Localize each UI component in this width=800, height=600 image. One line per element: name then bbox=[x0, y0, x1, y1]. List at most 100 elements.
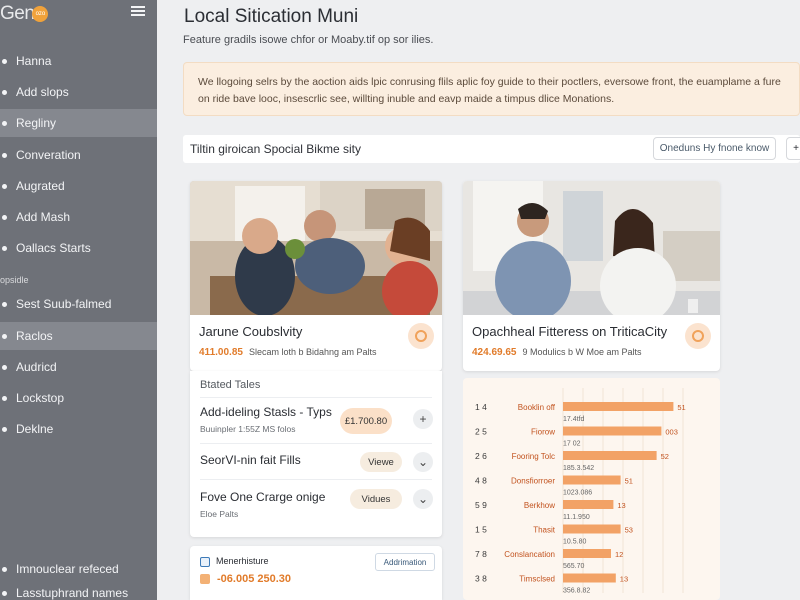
sidebar: Gen ozo Hanna Add slops Regliny Converat… bbox=[0, 0, 157, 600]
sidebar-item-label: Sest Suub-falmed bbox=[16, 297, 112, 311]
chart-sub-label: 10.5.80 bbox=[563, 539, 586, 546]
summary-label: Menerhisture bbox=[216, 556, 269, 566]
view-pill[interactable]: Viewe bbox=[360, 452, 402, 472]
sidebar-item-label: Augrated bbox=[16, 179, 65, 193]
sidebar-item-add-slops[interactable]: Add slops bbox=[0, 78, 157, 106]
favorite-icon[interactable] bbox=[408, 323, 434, 349]
sidebar-item-label: Lasstuphrand names bbox=[16, 586, 129, 600]
chart-value-label: 12 bbox=[615, 550, 623, 559]
bullet-icon bbox=[2, 566, 7, 572]
related-item-sub: Buuinpler 1:55Z MS folos bbox=[200, 424, 296, 434]
sidebar-item-raclos[interactable]: Raclos bbox=[0, 322, 157, 350]
sidebar-item-converation[interactable]: Converation bbox=[0, 141, 157, 169]
notice-banner: We llogoing selrs by the aoction aids lp… bbox=[183, 62, 800, 116]
chevron-down-icon[interactable]: ⌄ bbox=[413, 452, 433, 472]
page-title: Local Sitication Muni bbox=[184, 6, 359, 27]
card-title[interactable]: Opachheal Fitteress on TriticaCity bbox=[472, 324, 667, 339]
listing-card[interactable]: Opachheal Fitteress on TriticaCity 424.6… bbox=[463, 181, 720, 371]
chart-bar bbox=[563, 573, 616, 583]
related-item-sub: Eloe Palts bbox=[200, 509, 239, 519]
chart-bar bbox=[563, 402, 674, 411]
bullet-icon bbox=[2, 301, 7, 307]
sidebar-item-sest[interactable]: Sest Suub-falmed bbox=[0, 290, 157, 318]
chart-category-label: Fooring Tolc bbox=[512, 452, 555, 461]
notice-text: We llogoing selrs by the aoction aids lp… bbox=[198, 76, 781, 105]
favorite-icon[interactable] bbox=[685, 323, 711, 349]
summary-action-button[interactable]: Addrimation bbox=[375, 553, 435, 571]
chart-category-index: 3 8 bbox=[475, 574, 487, 584]
card-title[interactable]: Jarune Coubslvity bbox=[199, 324, 302, 339]
bullet-icon bbox=[2, 395, 7, 401]
add-icon[interactable]: + bbox=[786, 137, 800, 160]
chart-sub-label: 185.3.542 bbox=[563, 465, 594, 472]
card-price: 424.69.65 bbox=[472, 347, 517, 358]
summary-checkbox[interactable] bbox=[200, 557, 210, 567]
stats-chart: 1 4 Booklin off 51 17.4tfd 2 5 Fiorow 003 17 02… bbox=[463, 378, 720, 600]
listing-photo bbox=[190, 181, 442, 315]
chart-category-index: 7 8 bbox=[475, 549, 487, 559]
search-input[interactable]: Tiltin giroican Spocial Bikme sity bbox=[190, 142, 361, 156]
chart-bar bbox=[563, 549, 611, 558]
add-icon[interactable]: + bbox=[413, 409, 433, 429]
sidebar-item-label: Raclos bbox=[16, 329, 53, 343]
chart-sub-label: 11.1.950 bbox=[563, 514, 590, 521]
bullet-icon bbox=[2, 214, 7, 220]
sidebar-item-add-mash[interactable]: Add Mash bbox=[0, 203, 157, 231]
chart-sub-label: 356.8.82 bbox=[563, 588, 590, 595]
sidebar-item-label: Add Mash bbox=[16, 210, 71, 224]
bullet-icon bbox=[2, 58, 7, 64]
related-item-title[interactable]: Fove One Crarge onige bbox=[200, 490, 325, 504]
bullet-icon bbox=[2, 152, 7, 158]
sidebar-item-oallacs-starts[interactable]: Oallacs Starts bbox=[0, 234, 157, 262]
sidebar-item-label: Audricd bbox=[16, 360, 57, 374]
listing-photo bbox=[463, 181, 720, 315]
related-heading: Btated Tales bbox=[200, 379, 261, 391]
sidebar-item-regliny[interactable]: Regliny bbox=[0, 109, 157, 137]
chart-value-label: 52 bbox=[661, 452, 669, 461]
menu-toggle-icon[interactable] bbox=[131, 4, 145, 18]
divider bbox=[200, 479, 432, 480]
card-price-row: 411.00.85 Slecam loth b Bidahng am Palts bbox=[199, 347, 377, 358]
chart-bar bbox=[563, 451, 657, 460]
card-price: 411.00.85 bbox=[199, 347, 243, 358]
chart-category-label: Thasit bbox=[533, 526, 556, 535]
price-pill[interactable]: £1.700.80 bbox=[340, 408, 392, 434]
brand-logo[interactable]: Gen ozo bbox=[0, 3, 49, 25]
brand-name: Gen bbox=[0, 3, 35, 24]
related-item-title[interactable]: SeorVI-nin fait Fills bbox=[200, 453, 301, 467]
chart-category-label: Conslancation bbox=[504, 550, 555, 559]
sidebar-item-label: Oallacs Starts bbox=[16, 241, 91, 255]
bullet-icon bbox=[2, 364, 7, 370]
bullet-icon bbox=[2, 590, 7, 596]
sidebar-item-hanna[interactable]: Hanna bbox=[0, 47, 157, 75]
listing-card[interactable]: Jarune Coubslvity 411.00.85 Slecam loth b… bbox=[190, 181, 442, 371]
search-option-button[interactable]: Oneduns Hy fnone know bbox=[653, 137, 776, 160]
bar-chart: 1 4 Booklin off 51 17.4tfd 2 5 Fiorow 003 17 02… bbox=[475, 388, 686, 595]
summary-card: Menerhisture Addrimation -06.005 250.30 bbox=[190, 546, 442, 600]
tag-icon bbox=[200, 574, 210, 584]
bullet-icon bbox=[2, 183, 7, 189]
sidebar-item-audricd[interactable]: Audricd bbox=[0, 353, 157, 381]
chart-category-index: 2 6 bbox=[475, 451, 487, 461]
chart-value-label: 51 bbox=[625, 477, 633, 486]
card-price-row: 424.69.65 9 Modulics b W Moe am Palts bbox=[472, 347, 642, 358]
search-bar[interactable]: Tiltin giroican Spocial Bikme sity Onedu… bbox=[183, 135, 800, 163]
chart-value-label: 53 bbox=[625, 526, 633, 535]
sidebar-item-augrated[interactable]: Augrated bbox=[0, 172, 157, 200]
view-pill[interactable]: Vidues bbox=[350, 489, 402, 509]
sidebar-item-label: Hanna bbox=[16, 54, 52, 68]
bullet-icon bbox=[2, 89, 7, 95]
chart-bar bbox=[563, 524, 621, 534]
sidebar-item-deklne[interactable]: Deklne bbox=[0, 415, 157, 443]
chevron-down-icon[interactable]: ⌄ bbox=[413, 489, 433, 509]
chart-value-label: 51 bbox=[677, 403, 685, 412]
sidebar-item-lockstop[interactable]: Lockstop bbox=[0, 384, 157, 412]
sidebar-footer-item[interactable]: Lasstuphrand names bbox=[0, 579, 157, 600]
card-meta: 9 Modulics b W Moe am Palts bbox=[522, 347, 642, 357]
related-item-title[interactable]: Add-ideling Stasls - Typs bbox=[200, 405, 332, 419]
brand-badge: ozo bbox=[32, 6, 49, 22]
summary-price: -06.005 250.30 bbox=[217, 573, 292, 585]
related-panel: Btated Tales Add-ideling Stasls - Typs B… bbox=[190, 371, 442, 537]
chart-category-index: 1 4 bbox=[475, 402, 487, 412]
sidebar-section-label: opsidle bbox=[0, 275, 29, 285]
